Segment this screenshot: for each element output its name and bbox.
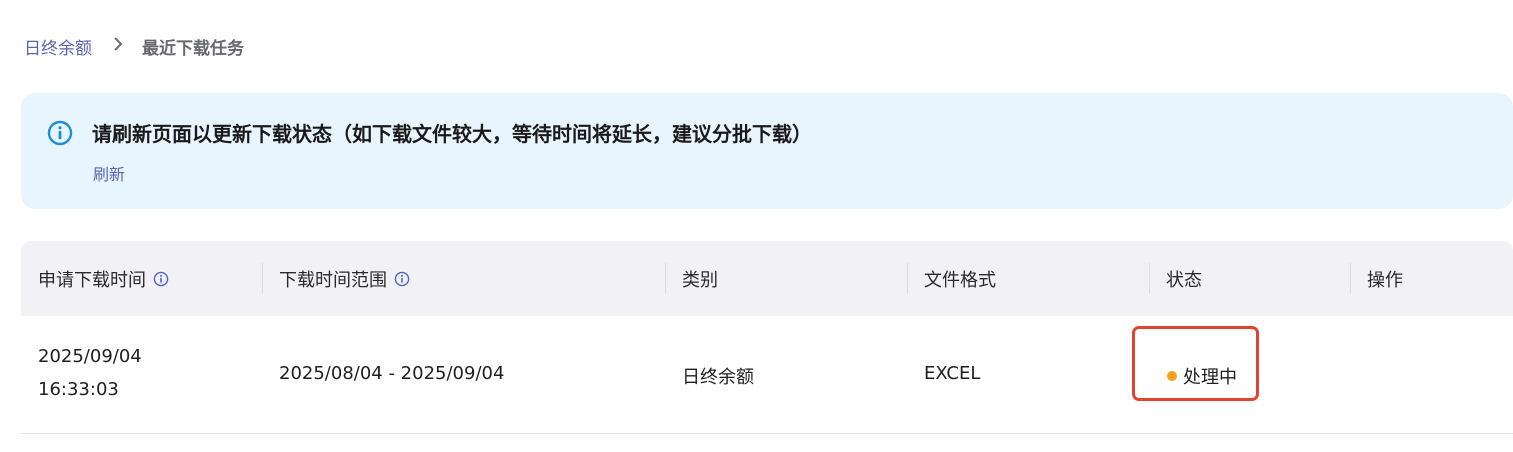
- breadcrumb-parent-link[interactable]: 日终余额: [24, 34, 92, 59]
- download-task-table: 申请下载时间 下载时间范围 类别 文件格式 状态 操作 2025/09/04 1…: [21, 241, 1513, 434]
- breadcrumb: 日终余额 最近下载任务: [24, 32, 244, 60]
- chevron-right-icon: [112, 37, 124, 55]
- column-header-category: 类别: [682, 241, 718, 316]
- column-header-label: 文件格式: [924, 269, 996, 291]
- breadcrumb-current: 最近下载任务: [142, 38, 244, 59]
- cell-request-time: 2025/09/04 16:33:03: [38, 340, 142, 406]
- info-icon[interactable]: [153, 271, 169, 287]
- download-tasks-page: 日终余额 最近下载任务 请刷新页面以更新下载状态（如下载文件较大，等待时间将延长…: [0, 0, 1513, 452]
- column-header-status: 状态: [1166, 241, 1202, 316]
- cell-category: 日终余额: [682, 367, 754, 388]
- column-divider: [907, 263, 908, 294]
- alert-message: 请刷新页面以更新下载状态（如下载文件较大，等待时间将延长，建议分批下载）: [92, 122, 812, 146]
- column-header-format: 文件格式: [924, 241, 996, 316]
- status-badge: 处理中: [1167, 363, 1237, 389]
- status-dot-icon: [1167, 371, 1177, 381]
- column-divider: [1149, 263, 1150, 294]
- column-header-label: 申请下载时间: [38, 269, 146, 291]
- info-circle-icon: [47, 120, 73, 146]
- request-time: 16:33:03: [38, 379, 119, 400]
- info-icon[interactable]: [394, 271, 410, 287]
- column-header-label: 操作: [1367, 269, 1403, 291]
- table-header: 申请下载时间 下载时间范围 类别 文件格式 状态 操作: [21, 241, 1513, 316]
- refresh-alert: 请刷新页面以更新下载状态（如下载文件较大，等待时间将延长，建议分批下载） 刷新: [21, 93, 1513, 209]
- table-row: 2025/09/04 16:33:03 2025/08/04 - 2025/09…: [21, 316, 1513, 434]
- column-divider: [665, 263, 666, 294]
- column-header-label: 下载时间范围: [279, 269, 387, 291]
- column-header-action: 操作: [1367, 241, 1403, 316]
- refresh-link[interactable]: 刷新: [93, 161, 125, 185]
- cell-range: 2025/08/04 - 2025/09/04: [279, 363, 505, 384]
- status-label: 处理中: [1183, 367, 1237, 388]
- column-header-request-time: 申请下载时间: [38, 241, 169, 316]
- cell-format: EXCEL: [924, 363, 981, 384]
- column-header-label: 类别: [682, 269, 718, 291]
- column-header-range: 下载时间范围: [279, 241, 410, 316]
- request-date: 2025/09/04: [38, 346, 142, 367]
- column-divider: [1350, 263, 1351, 294]
- column-divider: [262, 263, 263, 294]
- column-header-label: 状态: [1166, 269, 1202, 291]
